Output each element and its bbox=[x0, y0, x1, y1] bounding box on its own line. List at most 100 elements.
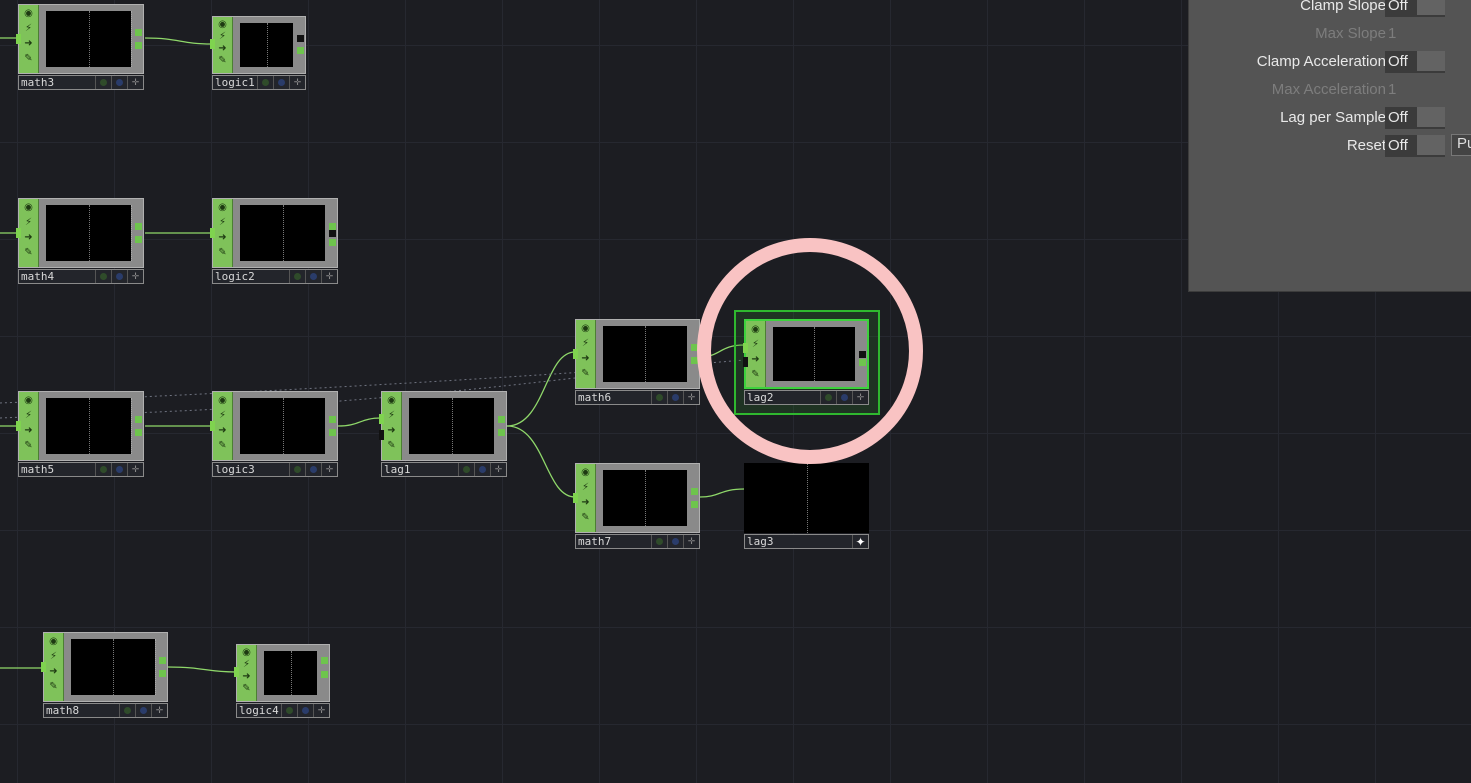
output-connector[interactable] bbox=[329, 223, 336, 230]
output-connector[interactable] bbox=[321, 657, 328, 664]
node-math4[interactable]: ◉ ⚡ ➜ ✎ math4 ✛ bbox=[16, 198, 144, 284]
input-connector[interactable] bbox=[234, 667, 239, 677]
cook-icon[interactable]: ⚡ bbox=[386, 410, 397, 421]
bypass-icon[interactable]: ✎ bbox=[217, 247, 228, 258]
node-name[interactable]: math3 bbox=[21, 76, 54, 90]
input-connector[interactable] bbox=[573, 349, 578, 359]
cook-icon[interactable]: ⚡ bbox=[23, 410, 34, 421]
node-label[interactable]: math8 ✛ bbox=[43, 703, 168, 718]
output-connector[interactable] bbox=[297, 35, 304, 42]
arrow-icon[interactable]: ➜ bbox=[217, 425, 228, 436]
cook-icon[interactable]: ⚡ bbox=[580, 338, 591, 349]
output-connector[interactable] bbox=[691, 488, 698, 495]
viewer-icon[interactable]: ◉ bbox=[23, 395, 34, 406]
arrow-icon[interactable]: ➜ bbox=[48, 666, 59, 677]
add-icon[interactable]: ✦ bbox=[852, 535, 868, 549]
node-name[interactable]: logic4 bbox=[239, 704, 279, 718]
display-flag[interactable] bbox=[95, 270, 111, 283]
display-flag[interactable] bbox=[289, 270, 305, 283]
node-math8[interactable]: ◉ ⚡ ➜ ✎ math8 ✛ bbox=[41, 632, 168, 718]
viewer-icon[interactable]: ◉ bbox=[23, 8, 34, 19]
add-icon[interactable]: ✛ bbox=[321, 270, 337, 283]
display-flag[interactable] bbox=[458, 463, 474, 476]
output-connector[interactable] bbox=[159, 670, 166, 677]
input-connector[interactable] bbox=[16, 228, 21, 238]
viewer-icon[interactable]: ◉ bbox=[580, 467, 591, 478]
pulse-button[interactable]: Pu bbox=[1451, 134, 1471, 156]
viewer-icon[interactable]: ◉ bbox=[580, 323, 591, 334]
output-connector[interactable] bbox=[135, 236, 142, 243]
output-connector[interactable] bbox=[135, 223, 142, 230]
node-logic2[interactable]: ◉ ⚡ ➜ ✎ logic2 ✛ bbox=[210, 198, 338, 284]
input-connector[interactable] bbox=[379, 430, 384, 440]
node-strip[interactable]: ◉ ⚡ ➜ ✎ bbox=[19, 5, 39, 73]
node-label[interactable]: lag3 ✦ bbox=[744, 534, 869, 549]
cook-icon[interactable]: ⚡ bbox=[241, 659, 252, 670]
bypass-icon[interactable]: ✎ bbox=[241, 683, 252, 694]
toggle-button[interactable] bbox=[1417, 0, 1445, 15]
node-label[interactable]: lag1 ✛ bbox=[381, 462, 507, 477]
node-label[interactable]: math3 ✛ bbox=[18, 75, 144, 90]
display-flag[interactable] bbox=[651, 391, 667, 404]
toggle-button[interactable] bbox=[1417, 51, 1445, 71]
cook-icon[interactable]: ⚡ bbox=[23, 23, 34, 34]
output-connector[interactable] bbox=[135, 416, 142, 423]
render-flag[interactable] bbox=[111, 76, 127, 89]
arrow-icon[interactable]: ➜ bbox=[580, 353, 591, 364]
bypass-icon[interactable]: ✎ bbox=[386, 440, 397, 451]
bypass-icon[interactable]: ✎ bbox=[23, 53, 34, 64]
node-strip[interactable]: ◉ ⚡ ➜ ✎ bbox=[213, 199, 233, 267]
node-label[interactable]: math7 ✛ bbox=[575, 534, 700, 549]
output-connector[interactable] bbox=[329, 230, 336, 237]
node-logic1[interactable]: ◉ ⚡ ➜ ✎ logic1 ✛ bbox=[210, 16, 306, 90]
input-connector[interactable] bbox=[16, 421, 21, 431]
output-connector[interactable] bbox=[297, 47, 304, 54]
render-flag[interactable] bbox=[273, 76, 289, 89]
node-math7[interactable]: ◉ ⚡ ➜ ✎ math7 ✛ bbox=[573, 463, 700, 549]
bypass-icon[interactable]: ✎ bbox=[23, 440, 34, 451]
display-flag[interactable] bbox=[651, 535, 667, 548]
node-label[interactable]: math4 ✛ bbox=[18, 269, 144, 284]
node-name[interactable]: logic3 bbox=[215, 463, 255, 477]
input-connector[interactable] bbox=[573, 493, 578, 503]
param-value-field[interactable]: 1 bbox=[1385, 79, 1445, 101]
node-strip[interactable]: ◉ ⚡ ➜ ✎ bbox=[237, 645, 257, 701]
param-value-field[interactable]: 1 bbox=[1385, 23, 1445, 45]
node-logic4[interactable]: ◉ ⚡ ➜ ✎ logic4 ✛ bbox=[234, 644, 330, 718]
node-name[interactable]: math5 bbox=[21, 463, 54, 477]
cook-icon[interactable]: ⚡ bbox=[580, 482, 591, 493]
render-flag[interactable] bbox=[111, 463, 127, 476]
arrow-icon[interactable]: ➜ bbox=[217, 232, 228, 243]
display-flag[interactable] bbox=[281, 704, 297, 717]
arrow-icon[interactable]: ➜ bbox=[23, 232, 34, 243]
input-connector[interactable] bbox=[210, 228, 215, 238]
bypass-icon[interactable]: ✎ bbox=[217, 440, 228, 451]
node-strip[interactable]: ◉ ⚡ ➜ ✎ bbox=[213, 392, 233, 460]
display-flag[interactable] bbox=[95, 463, 111, 476]
add-icon[interactable]: ✛ bbox=[289, 76, 305, 89]
node-name[interactable]: math7 bbox=[578, 535, 611, 549]
add-icon[interactable]: ✛ bbox=[313, 704, 329, 717]
input-connector[interactable] bbox=[16, 34, 21, 44]
output-connector[interactable] bbox=[159, 657, 166, 664]
bypass-icon[interactable]: ✎ bbox=[23, 247, 34, 258]
node-strip[interactable]: ◉ ⚡ ➜ ✎ bbox=[213, 17, 233, 73]
toggle-button[interactable] bbox=[1417, 135, 1445, 155]
add-icon[interactable]: ✛ bbox=[127, 76, 143, 89]
cook-icon[interactable]: ⚡ bbox=[23, 217, 34, 228]
node-name[interactable]: math6 bbox=[578, 391, 611, 405]
node-name[interactable]: math8 bbox=[46, 704, 79, 718]
add-icon[interactable]: ✛ bbox=[683, 535, 699, 548]
node-math5[interactable]: ◉ ⚡ ➜ ✎ math5 ✛ bbox=[16, 391, 144, 477]
viewer-icon[interactable]: ◉ bbox=[48, 636, 59, 647]
node-label[interactable]: math5 ✛ bbox=[18, 462, 144, 477]
viewer-icon[interactable]: ◉ bbox=[217, 395, 228, 406]
node-label[interactable]: math6 ✛ bbox=[575, 390, 700, 405]
arrow-icon[interactable]: ➜ bbox=[217, 43, 228, 54]
node-strip[interactable]: ◉ ⚡ ➜ ✎ bbox=[576, 320, 596, 388]
node-lag1[interactable]: ◉ ⚡ ➜ ✎ lag1 ✛ bbox=[379, 391, 507, 477]
arrow-icon[interactable]: ➜ bbox=[23, 38, 34, 49]
render-flag[interactable] bbox=[474, 463, 490, 476]
node-strip[interactable]: ◉ ⚡ ➜ ✎ bbox=[576, 464, 596, 532]
output-connector[interactable] bbox=[498, 429, 505, 436]
